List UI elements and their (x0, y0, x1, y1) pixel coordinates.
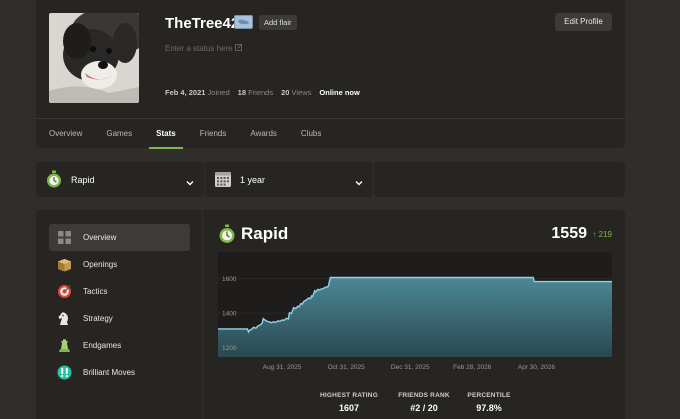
username: TheTree42 (165, 15, 240, 32)
tab-overview[interactable]: Overview (49, 119, 82, 149)
brilliant-icon (56, 365, 72, 381)
status-input[interactable]: Enter a status here (165, 44, 233, 53)
views-info: 20 Views (281, 88, 312, 97)
friends-info[interactable]: 18 Friends (238, 88, 273, 97)
chevron-down-icon (186, 174, 194, 186)
sidebar-item-endgames[interactable]: Endgames (49, 332, 190, 359)
calendar-icon (214, 170, 232, 188)
stopwatch-icon (45, 170, 63, 188)
stat-label: HIGHEST RATING (320, 392, 378, 399)
grid-icon (56, 230, 72, 246)
sidebar-item-label: Endgames (83, 341, 122, 350)
period-dropdown[interactable]: 1 year (205, 162, 373, 197)
filter-bar-spacer (374, 162, 625, 197)
tab-stats[interactable]: Stats (149, 119, 183, 149)
y-tick-label: 1400 (222, 311, 237, 318)
stat-label: PERCENTILE (467, 392, 511, 399)
edit-profile-button[interactable]: Edit Profile (555, 13, 612, 31)
tab-clubs[interactable]: Clubs (301, 119, 321, 149)
sidebar-item-strategy[interactable]: Strategy (49, 305, 190, 332)
book-icon (56, 257, 72, 273)
online-status: Online now (319, 88, 360, 97)
stat-value: 97.8% (476, 403, 502, 413)
endgame-icon (56, 338, 72, 354)
current-rating: 1559 (551, 225, 587, 242)
rating-chart[interactable]: 1600 1400 1200 Aug 31, 2025 Oct 31, 2025 Dec… (218, 252, 612, 372)
tab-games[interactable]: Games (106, 119, 132, 149)
x-tick-label: Feb 28, 2026 (453, 364, 492, 371)
sidebar-item-label: Strategy (83, 314, 113, 323)
y-tick-label: 1600 (222, 276, 237, 283)
stats-sidebar: Overview Openings Tactics Strategy Endga… (36, 210, 202, 419)
sidebar-item-label: Brilliant Moves (83, 368, 136, 377)
sidebar-item-label: Overview (83, 233, 117, 242)
x-tick-label: Apr 30, 2026 (518, 364, 556, 371)
highest-rating-stat: HIGHEST RATING 1607 (309, 392, 389, 413)
sidebar-item-tactics[interactable]: Tactics (49, 278, 190, 305)
period-label: 1 year (240, 175, 266, 185)
avatar[interactable] (49, 13, 139, 103)
sidebar-item-label: Tactics (83, 287, 108, 296)
stats-main: Rapid 1559 ↑ 219 1600 1400 1200 Aug 31, 20… (203, 210, 625, 419)
variant-dropdown[interactable]: Rapid (36, 162, 204, 197)
variant-label: Rapid (71, 175, 95, 185)
sidebar-item-overview[interactable]: Overview (49, 224, 190, 251)
x-tick-label: Dec 31, 2025 (391, 364, 430, 371)
profile-meta: Feb 4, 2021 Joined 18 Friends 20 Views O… (165, 88, 360, 97)
sidebar-item-brilliant-moves[interactable]: Brilliant Moves (49, 359, 190, 386)
y-tick-label: 1200 (222, 345, 237, 352)
stats-title: Rapid (241, 224, 289, 243)
profile-tabs: Overview Games Stats Friends Awards Club… (36, 118, 625, 149)
tab-friends[interactable]: Friends (200, 119, 227, 149)
tab-awards[interactable]: Awards (250, 119, 277, 149)
x-tick-label: Aug 31, 2025 (263, 364, 302, 371)
target-icon (56, 284, 72, 300)
x-tick-label: Oct 31, 2025 (328, 364, 366, 371)
stat-value: 1607 (338, 403, 360, 413)
knight-icon (56, 311, 72, 327)
edit-status-icon[interactable] (235, 43, 243, 53)
stopwatch-icon (218, 224, 236, 244)
sidebar-item-label: Openings (83, 260, 118, 269)
rating-delta: ↑ 219 (592, 230, 612, 239)
profile-header: TheTree42 Add flair Enter a status here … (36, 0, 625, 149)
percentile-stat: PERCENTILE 97.8% (449, 392, 529, 413)
add-flair-button[interactable]: Add flair (259, 15, 297, 30)
sidebar-item-openings[interactable]: Openings (49, 251, 190, 278)
joined-info: Feb 4, 2021 Joined (165, 88, 230, 97)
chevron-down-icon (355, 174, 363, 186)
arrow-up-icon: ↑ (592, 230, 597, 239)
country-flag-icon[interactable] (234, 15, 253, 29)
x-axis-labels: Aug 31, 2025 Oct 31, 2025 Dec 31, 2025 Feb … (263, 364, 556, 371)
